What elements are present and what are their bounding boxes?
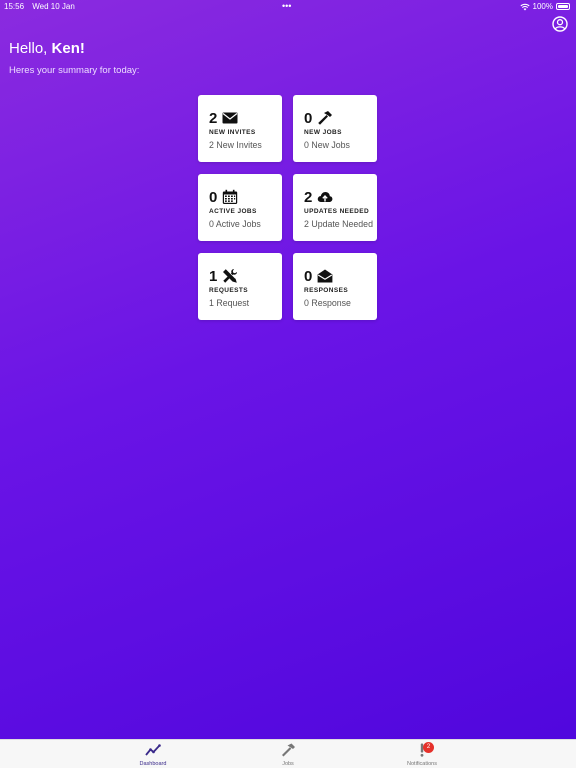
card-requests[interactable]: 1 REQUESTS 1 Request [198, 253, 282, 320]
card-subtext: 0 Response [304, 298, 351, 308]
card-count: 0 [209, 188, 218, 206]
card-subtext: 0 New Jobs [304, 140, 350, 150]
envelope-open-icon [317, 269, 333, 283]
card-active-jobs[interactable]: 0 ACTIVE JOBS 0 Active Jobs [198, 174, 282, 241]
card-label: ACTIVE JOBS [209, 208, 257, 215]
chart-line-icon [145, 744, 161, 756]
calendar-icon [223, 189, 238, 204]
tab-label: Notifications [407, 761, 437, 767]
greeting: Hello, Ken! [9, 40, 85, 57]
status-time-date: 15:56 Wed 10 Jan [4, 2, 81, 11]
card-subtext: 2 New Invites [209, 140, 262, 150]
card-label: NEW INVITES [209, 129, 256, 136]
summary-subtitle: Heres your summary for today: [9, 65, 140, 76]
card-count: 0 [304, 267, 313, 285]
user-name: Ken! [51, 40, 85, 57]
tools-icon [223, 268, 238, 283]
card-responses[interactable]: 0 RESPONSES 0 Response [293, 253, 377, 320]
card-new-jobs[interactable]: 0 NEW JOBS 0 New Jobs [293, 95, 377, 162]
status-date: Wed 10 Jan [32, 2, 75, 11]
card-subtext: 1 Request [209, 298, 250, 308]
tab-jobs[interactable]: Jobs [258, 743, 318, 767]
battery-percent: 100% [532, 2, 553, 11]
envelope-icon [222, 112, 238, 124]
tab-label: Dashboard [139, 761, 167, 767]
tab-notifications[interactable]: 2 Notifications [392, 742, 452, 767]
card-new-invites[interactable]: 2 NEW INVITES 2 New Invites [198, 95, 282, 162]
multitask-dots[interactable]: ••• [282, 1, 291, 11]
card-label: NEW JOBS [304, 129, 342, 136]
card-label: REQUESTS [209, 287, 248, 294]
user-profile-icon[interactable] [552, 16, 568, 32]
greeting-prefix: Hello, [9, 40, 48, 57]
card-subtext: 2 Update Needed [304, 219, 373, 229]
status-bar: 15:56 Wed 10 Jan ••• 100% [0, 0, 576, 14]
tab-label: Jobs [282, 761, 294, 767]
wifi-icon [519, 3, 530, 10]
status-indicators: 100% [519, 2, 570, 11]
card-updates-needed[interactable]: 2 UPDATES NEEDED 2 Update Needed [293, 174, 377, 241]
card-count: 2 [304, 188, 313, 206]
card-count: 2 [209, 109, 218, 127]
summary-grid: 2 NEW INVITES 2 New Invites 0 NEW JOBS 0… [198, 95, 378, 320]
tab-bar: Dashboard Jobs 2 Notifications [0, 739, 576, 768]
card-label: UPDATES NEEDED [304, 208, 370, 215]
hammer-icon [318, 111, 333, 125]
cloud-upload-icon [318, 192, 333, 202]
card-count: 1 [209, 267, 218, 285]
card-count: 0 [304, 109, 313, 127]
status-time: 15:56 [4, 2, 25, 11]
tab-dashboard[interactable]: Dashboard [123, 743, 183, 767]
notification-badge: 2 [423, 742, 434, 753]
card-label: RESPONSES [304, 287, 349, 294]
battery-icon [556, 3, 570, 10]
card-subtext: 0 Active Jobs [209, 219, 261, 229]
hammer-icon [282, 743, 295, 757]
